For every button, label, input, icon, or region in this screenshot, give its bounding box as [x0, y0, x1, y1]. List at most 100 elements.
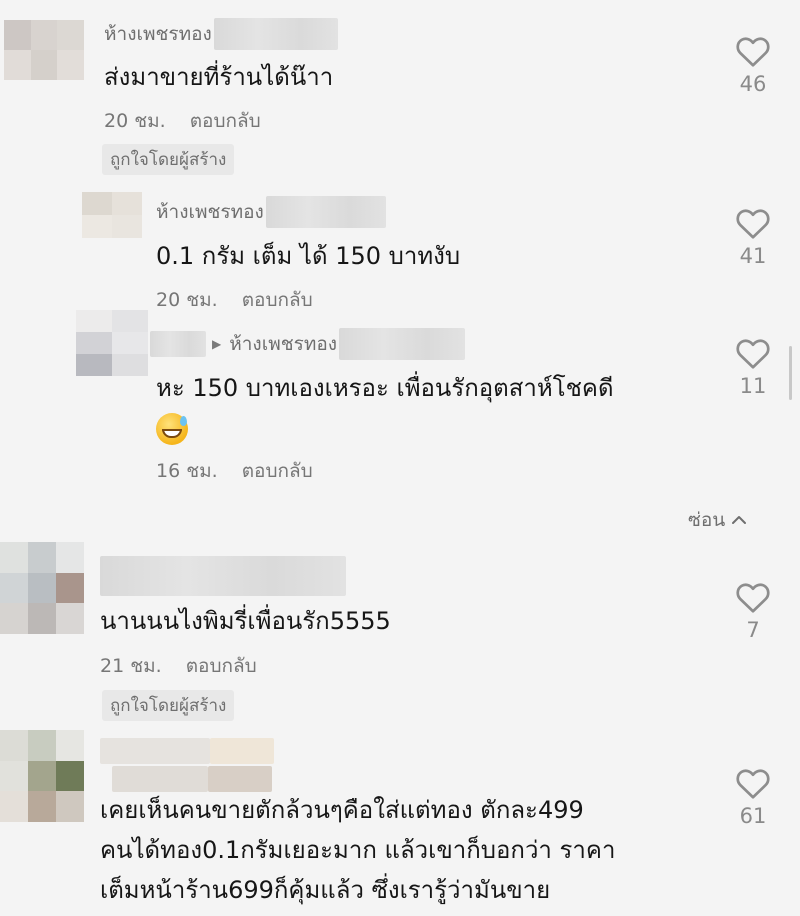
comment-time: 21 ชม. [100, 655, 162, 677]
reply-triangle-icon: ▶ [212, 337, 222, 351]
avatar-pixel [28, 730, 56, 761]
reply-to-name-redacted [339, 328, 466, 360]
like-button[interactable]: 11 [731, 336, 775, 398]
avatar-pixel [112, 354, 148, 376]
like-count: 46 [739, 72, 767, 96]
author-name-redacted [150, 331, 206, 357]
avatar-pixel [0, 603, 28, 634]
comment-time: 20 ชม. [156, 289, 218, 311]
avatar-pixel [112, 310, 148, 332]
avatar-pixel [76, 310, 112, 332]
heart-outline-icon [736, 769, 770, 799]
avatar-pixel [82, 215, 112, 238]
avatar-pixel [4, 50, 31, 80]
avatar-pixel [76, 354, 112, 376]
comment-text-line: เต็มหน้าร้าน699ก็คุ้มแล้ว ซึ่งเรารู้ว่าม… [100, 876, 551, 904]
avatar-pixel [28, 542, 56, 573]
comment-text-line: เคยเห็นคนขายตักล้วนๆคือใส่แต่ทอง ตักละ49… [100, 796, 584, 824]
hide-replies-button[interactable]: ซ่อน [688, 505, 747, 535]
avatar-pixel [57, 20, 84, 50]
reply-button[interactable]: ตอบกลับ [186, 655, 257, 677]
comment-author[interactable]: ห้างเพชรทอง [156, 196, 386, 228]
comment-text-line [156, 408, 614, 448]
avatar-pixel [56, 760, 84, 792]
comment-time: 20 ชม. [104, 110, 166, 132]
avatar-pixel [0, 542, 28, 573]
avatar-pixel [28, 791, 56, 822]
avatar-pixel [30, 50, 58, 80]
avatar-pixel [56, 791, 84, 822]
author-name-redacted [210, 738, 274, 764]
avatar-pixel [4, 20, 31, 50]
avatar-pixel [76, 332, 112, 354]
avatar-pixel [0, 760, 28, 792]
like-button[interactable]: 41 [731, 206, 775, 268]
avatar-pixel [112, 332, 148, 354]
author-name-redacted [265, 196, 386, 228]
avatar-pixel [82, 192, 112, 215]
comment-author[interactable]: ▶ ห้างเพชรทอง [150, 328, 466, 360]
avatar-pixel [0, 791, 28, 822]
reply-button[interactable]: ตอบกลับ [242, 460, 313, 482]
like-count: 11 [739, 374, 767, 398]
author-name: ห้างเพชรทอง [156, 201, 264, 223]
comment-text: นานนนไงพิมรี่เพื่อนรัก5555 [100, 607, 391, 635]
like-count: 7 [746, 618, 760, 642]
heart-outline-icon [736, 209, 770, 239]
avatar-pixel [28, 572, 56, 604]
author-name-redacted [100, 556, 346, 596]
comment-author-row2 [112, 766, 272, 792]
comment-text: ส่งมาขายที่ร้านได้น๊าา [104, 63, 334, 91]
reply-button[interactable]: ตอบกลับ [242, 289, 313, 311]
author-name-redacted [208, 766, 272, 792]
heart-outline-icon [736, 583, 770, 613]
comment-text-line: คนได้ทอง0.1กรัมเยอะมาก แล้วเขาก็บอกว่า ร… [100, 836, 616, 864]
heart-outline-icon [736, 339, 770, 369]
avatar[interactable] [0, 730, 84, 822]
comment-meta: 20 ชม. ตอบกลับ [104, 106, 261, 136]
grinning-sweat-emoji [156, 413, 188, 445]
chevron-up-icon [732, 516, 747, 524]
avatar-pixel [28, 603, 56, 634]
comment-author[interactable] [100, 738, 274, 764]
avatar-pixel [56, 730, 84, 761]
avatar[interactable] [76, 310, 148, 376]
comment-author[interactable] [100, 556, 346, 596]
comment-text: หะ 150 บาทเองเหรอะ เพื่อนรักอุตสาห์โชคดี [156, 368, 614, 448]
comment-author[interactable]: ห้างเพชรทอง [104, 18, 338, 50]
creator-liked-badge: ถูกใจโดยผู้สร้าง [102, 690, 235, 721]
comment-text: เคยเห็นคนขายตักล้วนๆคือใส่แต่ทอง ตักละ49… [100, 790, 615, 910]
avatar-pixel [56, 572, 84, 604]
author-name-redacted [100, 738, 210, 764]
author-name-redacted [112, 766, 208, 792]
hide-label: ซ่อน [688, 509, 726, 531]
avatar-pixel [28, 760, 56, 792]
like-count: 61 [739, 804, 767, 828]
comment-meta: 21 ชม. ตอบกลับ [100, 651, 257, 681]
avatar-pixel [112, 215, 142, 238]
avatar-pixel [56, 603, 84, 634]
author-name: ห้างเพชรทอง [104, 23, 212, 45]
comment-text-line: หะ 150 บาทเองเหรอะ เพื่อนรักอุตสาห์โชคดี [156, 374, 614, 402]
avatar-pixel [56, 542, 84, 573]
comment-meta: 20 ชม. ตอบกลับ [156, 285, 313, 315]
comment-time: 16 ชม. [156, 460, 218, 482]
comment-text: 0.1 กรัม เต็ม ได้ 150 บาทงับ [156, 242, 461, 270]
like-button[interactable]: 46 [731, 34, 775, 96]
like-button[interactable]: 61 [731, 766, 775, 828]
avatar[interactable] [0, 542, 84, 634]
reply-to-name: ห้างเพชรทอง [229, 333, 338, 355]
avatar-pixel [112, 192, 142, 215]
avatar-pixel [0, 572, 28, 604]
creator-liked-badge: ถูกใจโดยผู้สร้าง [102, 144, 235, 175]
reply-button[interactable]: ตอบกลับ [190, 110, 261, 132]
like-count: 41 [739, 244, 767, 268]
avatar[interactable] [4, 20, 84, 80]
avatar-pixel [30, 20, 58, 50]
author-name-redacted [213, 18, 338, 50]
avatar-pixel [57, 50, 84, 80]
avatar[interactable] [82, 192, 142, 238]
avatar-pixel [0, 730, 28, 761]
like-button[interactable]: 7 [731, 580, 775, 642]
scrollbar[interactable] [789, 346, 792, 400]
